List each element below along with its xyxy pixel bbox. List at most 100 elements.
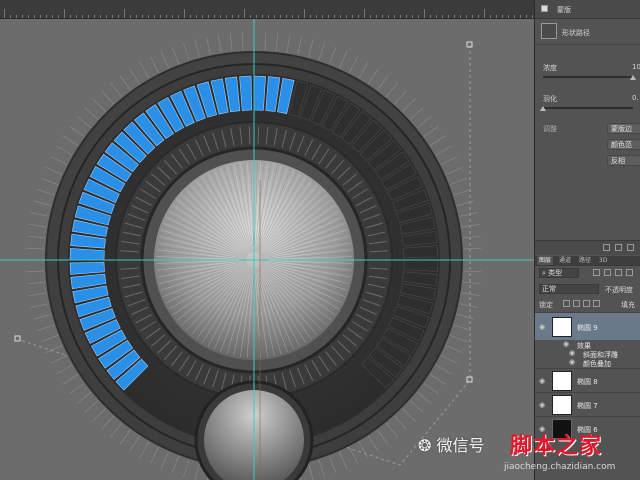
layer-row[interactable]: ◉ 椭圆 7 — [535, 392, 640, 416]
layer-row[interactable]: ◉ 椭圆 8 — [535, 368, 640, 392]
ruler-tick — [16, 15, 17, 18]
lock-move-icon[interactable] — [583, 300, 590, 307]
level-segment-active — [253, 75, 266, 111]
blend-mode-select[interactable]: 正常 — [539, 284, 599, 294]
lock-paint-icon[interactable] — [573, 300, 580, 307]
color-range-button[interactable]: 颜色范 — [607, 139, 640, 150]
delete-mask-icon[interactable] — [627, 244, 634, 251]
ruler-tick — [304, 9, 305, 18]
properties-title: 蒙版 — [557, 6, 571, 14]
apply-mask-icon[interactable] — [615, 244, 622, 251]
feather-slider-handle[interactable] — [540, 106, 546, 111]
effects-eye-icon[interactable]: ◉ — [563, 341, 571, 348]
ruler-tick — [280, 15, 281, 18]
ruler-tick — [298, 15, 299, 18]
ruler-tick — [316, 15, 317, 18]
ruler-tick — [382, 15, 383, 18]
ruler-tick — [442, 15, 443, 18]
ruler-tick — [394, 15, 395, 18]
filter-pixel-icon[interactable] — [593, 269, 600, 276]
knob-artwork[interactable] — [0, 0, 534, 480]
ruler-tick — [370, 15, 371, 18]
ruler-tick — [10, 15, 11, 18]
ruler-tick — [64, 9, 65, 18]
ruler-tick — [388, 15, 389, 18]
layer-row[interactable]: ◉ 椭圆 9 — [535, 312, 640, 340]
ruler-tick — [208, 15, 209, 18]
ruler-tick — [310, 15, 311, 18]
filter-kind-value: 类型 — [548, 269, 563, 277]
density-slider-handle[interactable] — [630, 75, 636, 80]
ruler-tick — [508, 15, 509, 18]
visibility-eye-icon[interactable]: ◉ — [539, 402, 547, 409]
ruler-tick — [250, 15, 251, 18]
vector-mask-icon[interactable] — [541, 23, 557, 39]
visibility-eye-icon[interactable]: ◉ — [539, 378, 547, 385]
ruler-tick — [478, 15, 479, 18]
density-slider[interactable] — [543, 76, 633, 78]
load-selection-icon[interactable] — [603, 244, 610, 251]
wechat-text: 微信号 — [436, 436, 485, 455]
ruler-tick — [148, 15, 149, 18]
document-canvas[interactable] — [0, 0, 534, 480]
effect-eye-icon[interactable]: ◉ — [569, 350, 577, 357]
layer-thumbnail — [552, 395, 572, 415]
layer-filter-select[interactable]: ⌕ 类型 — [539, 268, 579, 278]
inner-tick — [257, 126, 260, 145]
tab-paths[interactable]: 路径 — [577, 256, 593, 265]
ruler-tick — [40, 15, 41, 18]
density-value[interactable]: 10 — [632, 63, 640, 71]
ruler-tick — [52, 15, 53, 18]
ruler-tick — [214, 15, 215, 18]
ruler-tick — [430, 15, 431, 18]
lock-all-icon[interactable] — [593, 300, 600, 307]
wechat-icon: ❂ — [418, 436, 437, 455]
feather-value[interactable]: 0. — [632, 94, 639, 102]
ruler-tick — [340, 15, 341, 18]
feather-slider[interactable] — [543, 107, 633, 109]
effect-eye-icon[interactable]: ◉ — [569, 359, 577, 366]
layer-name[interactable]: 椭圆 9 — [577, 323, 598, 333]
filter-shape-icon[interactable] — [626, 269, 633, 276]
ruler-tick — [142, 15, 143, 18]
mask-edge-button[interactable]: 蒙版边 — [607, 123, 640, 134]
ruler-tick — [76, 15, 77, 18]
filter-type-icon[interactable] — [615, 269, 622, 276]
ruler-tick — [58, 15, 59, 18]
inner-tick — [248, 126, 251, 145]
layers-tabs: 图层 通道 路径 3D — [535, 256, 640, 266]
ruler-tick — [136, 15, 137, 18]
tab-3d[interactable]: 3D — [597, 256, 609, 265]
invert-button[interactable]: 反相 — [607, 155, 640, 166]
layer-name[interactable]: 椭圆 8 — [577, 377, 598, 387]
ruler-tick — [292, 15, 293, 18]
filter-adjust-icon[interactable] — [604, 269, 611, 276]
ruler-tick — [184, 9, 185, 18]
ruler-tick — [118, 15, 119, 18]
effect-row-color-overlay[interactable]: ◉ 颜色叠加 — [535, 358, 640, 369]
level-segment-inactive — [403, 259, 439, 272]
effects-header-row[interactable]: ◉ 效果 — [535, 340, 640, 351]
ruler-tick — [454, 15, 455, 18]
ruler-tick — [352, 15, 353, 18]
ruler-tick — [328, 15, 329, 18]
ruler-tick — [178, 15, 179, 18]
ruler-tick — [532, 15, 533, 18]
horizontal-ruler[interactable] — [0, 0, 534, 19]
ruler-tick — [436, 15, 437, 18]
effect-row-bevel[interactable]: ◉ 斜面和浮雕 — [535, 349, 640, 360]
visibility-eye-icon[interactable]: ◉ — [539, 324, 547, 331]
ruler-tick — [172, 15, 173, 18]
tab-layers[interactable]: 图层 — [537, 256, 554, 265]
layer-name[interactable]: 椭圆 7 — [577, 401, 598, 411]
ruler-tick — [124, 9, 125, 18]
ruler-tick — [154, 15, 155, 18]
ruler-tick — [460, 15, 461, 18]
lock-pixels-icon[interactable] — [563, 300, 570, 307]
ruler-tick — [4, 9, 5, 18]
ruler-tick — [70, 15, 71, 18]
tab-channels[interactable]: 通道 — [557, 256, 573, 265]
ruler-tick — [466, 15, 467, 18]
ruler-tick — [520, 15, 521, 18]
ruler-tick — [262, 15, 263, 18]
